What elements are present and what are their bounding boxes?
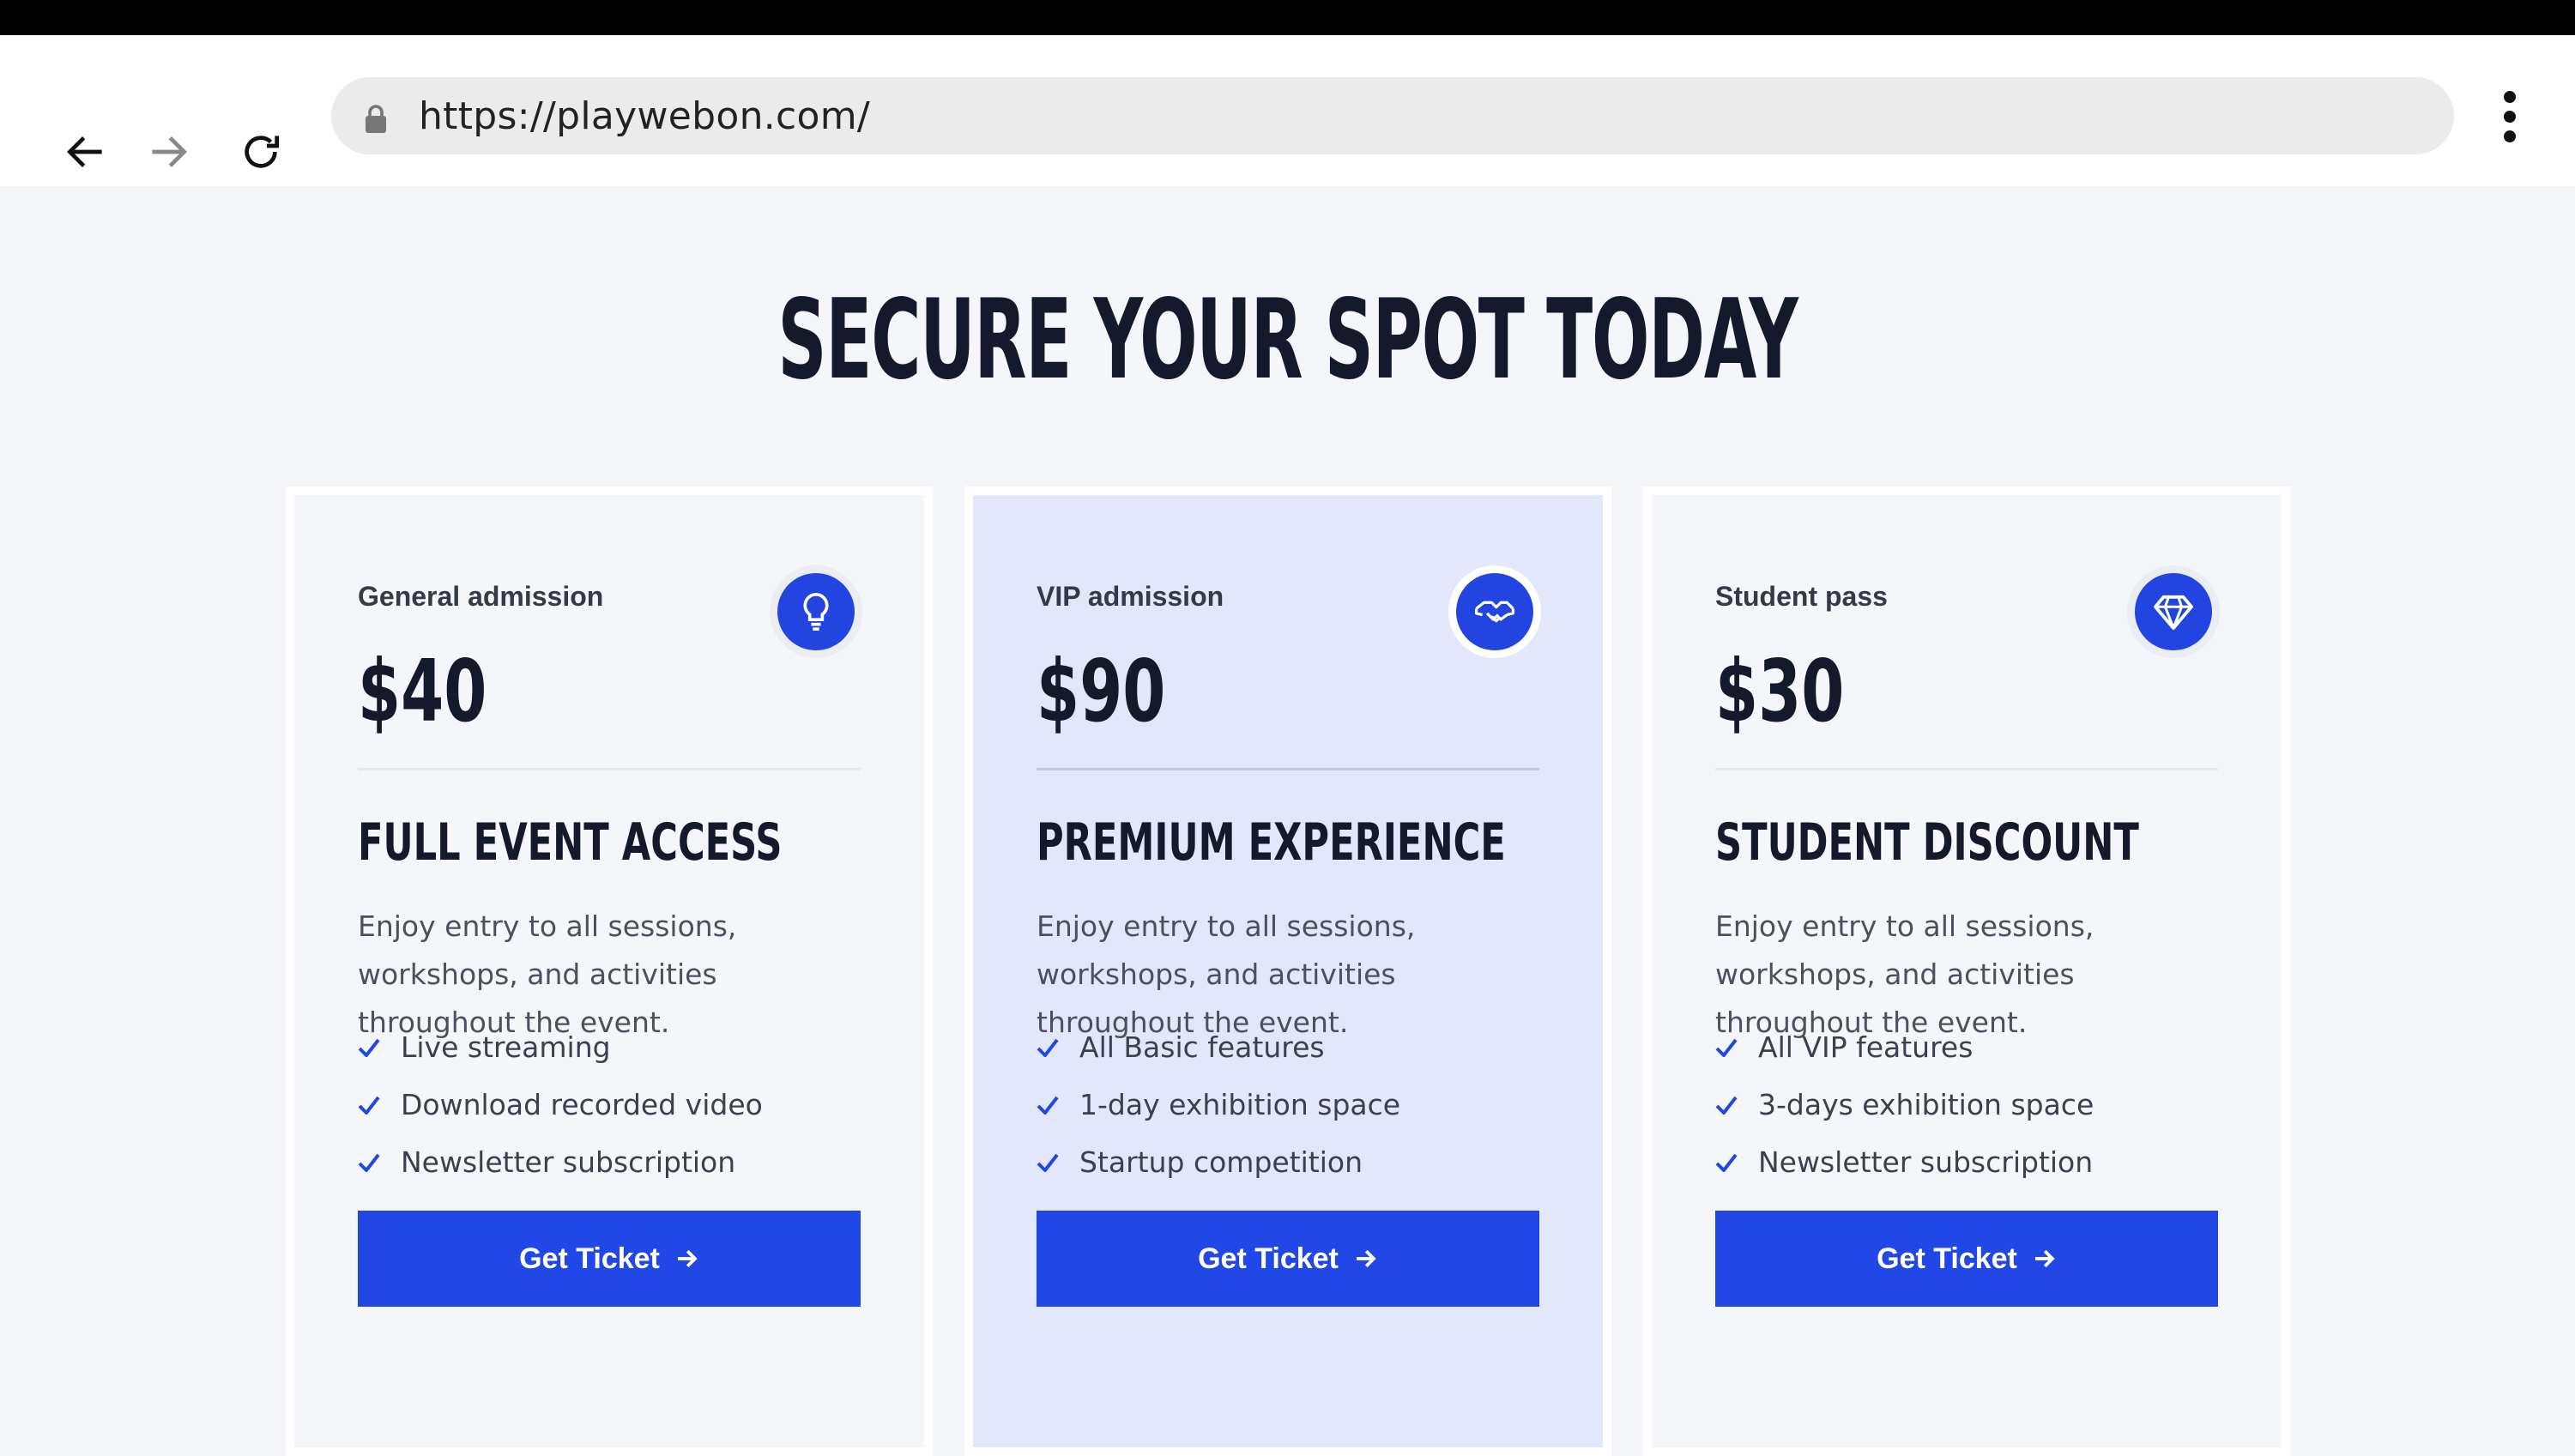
diamond-icon	[2127, 565, 2220, 658]
arrow-right-icon	[2031, 1246, 2057, 1272]
plan-name: Student pass	[1715, 581, 1888, 612]
browser-toolbar: https://playwebon.com/	[0, 35, 2575, 186]
feature-label: Live streaming	[401, 1030, 611, 1064]
divider	[358, 768, 861, 770]
forward-button[interactable]	[137, 118, 199, 186]
address-bar[interactable]: https://playwebon.com/	[331, 77, 2454, 154]
pricing-card-student: Student pass $30 STUDENT DISCOUNT Enjoy …	[1643, 486, 2290, 1456]
check-icon	[1715, 1038, 1739, 1057]
back-button[interactable]	[55, 118, 117, 186]
check-icon	[358, 1096, 382, 1115]
plan-price: $90	[1037, 641, 1166, 741]
pricing-card-vip: VIP admission $90 PREMIUM EXPERIENCE Enj…	[964, 486, 1611, 1456]
get-ticket-button[interactable]: Get Ticket	[1037, 1211, 1539, 1307]
feature-item: Startup competition	[1037, 1133, 1400, 1191]
button-label: Get Ticket	[519, 1242, 660, 1275]
check-icon	[358, 1153, 382, 1172]
handshake-icon	[1448, 565, 1541, 658]
feature-label: Startup competition	[1079, 1145, 1363, 1179]
arrow-left-icon	[67, 136, 102, 167]
plan-name: VIP admission	[1037, 581, 1224, 612]
plan-price: $30	[1715, 641, 1845, 741]
feature-item: Newsletter subscription	[358, 1133, 763, 1191]
get-ticket-button[interactable]: Get Ticket	[1715, 1211, 2218, 1307]
feature-item: Newsletter subscription	[1715, 1133, 2094, 1191]
plan-title: STUDENT DISCOUNT	[1715, 813, 2139, 873]
feature-label: All Basic features	[1079, 1030, 1325, 1064]
feature-label: 3-days exhibition space	[1758, 1088, 2094, 1121]
arrow-right-icon	[674, 1246, 699, 1272]
check-icon	[1037, 1096, 1061, 1115]
feature-item: All VIP features	[1715, 1018, 2094, 1076]
check-icon	[358, 1038, 382, 1057]
divider	[1715, 768, 2218, 770]
feature-list: Live streaming Download recorded video N…	[358, 1018, 763, 1191]
get-ticket-button[interactable]: Get Ticket	[358, 1211, 861, 1307]
arrow-right-icon	[1352, 1246, 1378, 1272]
status-bar	[0, 0, 2575, 35]
reload-button[interactable]	[230, 118, 292, 186]
feature-item: All Basic features	[1037, 1018, 1400, 1076]
arrow-right-icon	[152, 136, 187, 167]
check-icon	[1715, 1153, 1739, 1172]
feature-label: Newsletter subscription	[1758, 1145, 2094, 1179]
check-icon	[1037, 1038, 1061, 1057]
feature-item: 3-days exhibition space	[1715, 1076, 2094, 1133]
feature-list: All Basic features 1-day exhibition spac…	[1037, 1018, 1400, 1191]
feature-label: Download recorded video	[401, 1088, 763, 1121]
button-label: Get Ticket	[1198, 1242, 1339, 1275]
plan-name: General admission	[358, 581, 604, 612]
feature-label: Newsletter subscription	[401, 1145, 736, 1179]
check-icon	[1715, 1096, 1739, 1115]
button-label: Get Ticket	[1877, 1242, 2017, 1275]
reload-icon	[245, 136, 279, 168]
feature-item: 1-day exhibition space	[1037, 1076, 1400, 1133]
feature-item: Download recorded video	[358, 1076, 763, 1133]
check-icon	[1037, 1153, 1061, 1172]
pricing-section: SECURE YOUR SPOT TODAY General admission…	[0, 186, 2575, 1456]
page-title: SECURE YOUR SPOT TODAY	[777, 276, 1798, 404]
plan-title: FULL EVENT ACCESS	[358, 813, 783, 873]
lock-icon	[364, 99, 393, 133]
feature-label: All VIP features	[1758, 1030, 1974, 1064]
feature-label: 1-day exhibition space	[1079, 1088, 1401, 1121]
plan-title: PREMIUM EXPERIENCE	[1037, 813, 1506, 873]
lightbulb-icon	[770, 565, 862, 658]
pricing-card-general: General admission $40 FULL EVENT ACCESS …	[286, 486, 933, 1456]
more-vert-icon[interactable]	[2488, 86, 2531, 148]
feature-item: Live streaming	[358, 1018, 763, 1076]
divider	[1037, 768, 1539, 770]
url-text: https://playwebon.com/	[419, 94, 871, 138]
plan-price: $40	[358, 641, 487, 741]
feature-list: All VIP features 3-days exhibition space…	[1715, 1018, 2094, 1191]
